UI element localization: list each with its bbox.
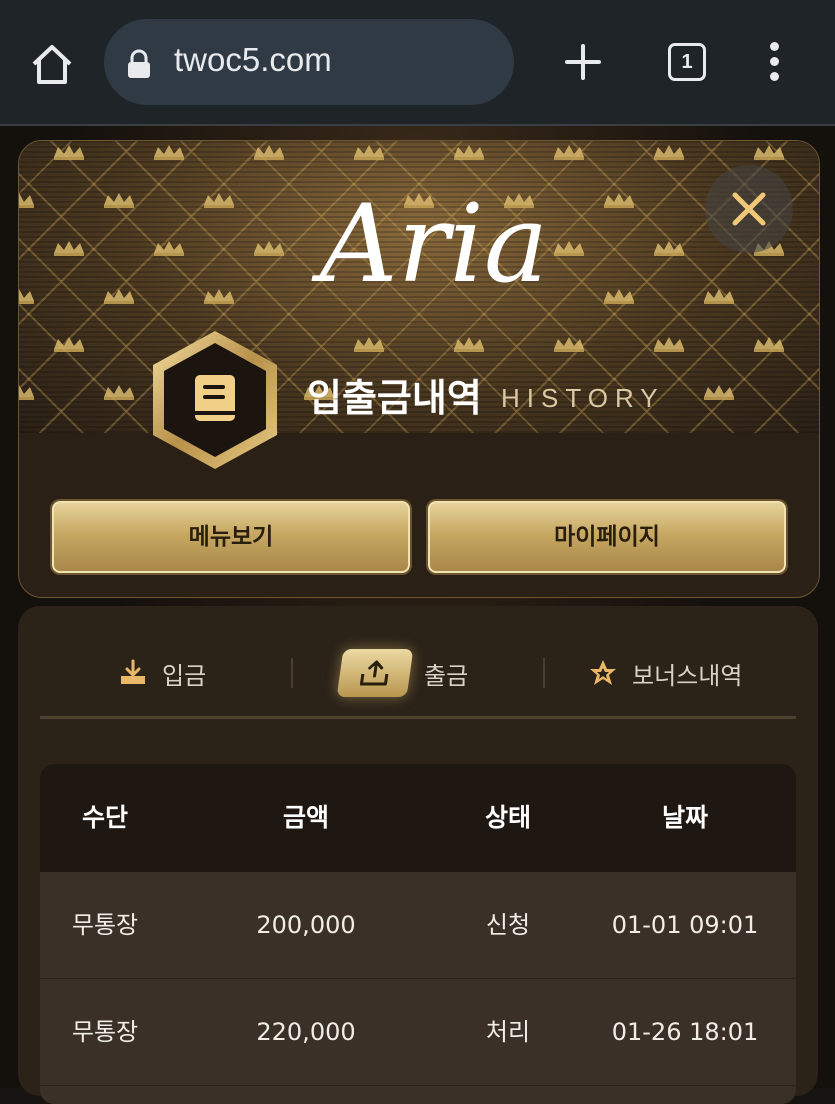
tab-bonus-label: 보너스내역 — [632, 661, 743, 690]
cell-date: 01-01 09:01 — [611, 911, 759, 939]
cell-date: 01-26 18:01 — [611, 1018, 759, 1046]
table-row[interactable]: 무통장 200,000 신청 01-01 09:01 — [40, 872, 796, 979]
table-row[interactable]: 무통장 220,000 처리 01-26 18:01 — [40, 979, 796, 1086]
page-subtitle: HISTORY — [501, 383, 665, 413]
logo-text: Aria — [311, 182, 549, 307]
page-title: 입출금내역 — [307, 376, 482, 420]
history-card: 입금 출금 보너스내역 수단 금액 상태 날짜 무통장 200,000 신청 0… — [18, 606, 818, 1104]
column-amount: 금액 — [282, 803, 329, 832]
mypage-button[interactable]: 마이페이지 — [428, 501, 786, 573]
tab-switcher-button[interactable]: 1 — [668, 43, 706, 81]
star-icon — [590, 660, 616, 685]
home-icon[interactable] — [28, 40, 76, 88]
address-bar[interactable]: twoc5.com — [104, 19, 514, 105]
cell-method: 무통장 — [71, 1018, 139, 1046]
table-header: 수단 금액 상태 날짜 — [40, 764, 796, 872]
close-icon — [732, 192, 766, 226]
cell-status: 신청 — [485, 911, 531, 939]
tab-divider — [291, 658, 293, 688]
cell-status: 처리 — [485, 1018, 531, 1046]
history-tabs: 입금 출금 보너스내역 — [18, 638, 818, 708]
tab-divider — [543, 658, 545, 688]
upload-icon — [359, 660, 389, 686]
tab-withdraw-icon-box — [336, 649, 414, 697]
tab-deposit-label: 입금 — [162, 661, 207, 690]
book-icon — [195, 375, 235, 421]
history-table: 수단 금액 상태 날짜 무통장 200,000 신청 01-01 09:01 무… — [40, 764, 796, 1104]
url-text: twoc5.com — [174, 41, 332, 78]
column-method: 수단 — [81, 803, 128, 832]
close-button[interactable] — [705, 165, 793, 253]
download-icon — [121, 659, 145, 684]
menu-button[interactable]: 메뉴보기 — [52, 501, 410, 573]
tab-bonus[interactable]: 보너스내역 — [588, 638, 742, 708]
column-date: 날짜 — [661, 803, 708, 832]
overflow-menu-icon[interactable] — [760, 42, 788, 86]
aria-logo: Aria — [311, 182, 549, 307]
history-badge — [153, 331, 277, 469]
cell-amount: 200,000 — [256, 911, 356, 939]
history-header-card: Aria 입출금내역 HISTORY 메뉴보기 마이페이지 — [18, 140, 820, 598]
tab-withdraw[interactable]: 출금 — [336, 638, 469, 708]
browser-toolbar: twoc5.com 1 — [0, 0, 835, 126]
cell-amount: 220,000 — [256, 1018, 356, 1046]
tab-deposit[interactable]: 입금 — [118, 638, 206, 708]
column-status: 상태 — [484, 803, 531, 832]
tabs-underline — [40, 716, 796, 719]
lock-icon — [128, 49, 150, 78]
plus-icon[interactable] — [563, 42, 603, 82]
cell-method: 무통장 — [71, 911, 139, 939]
tab-withdraw-label: 출금 — [424, 661, 469, 690]
